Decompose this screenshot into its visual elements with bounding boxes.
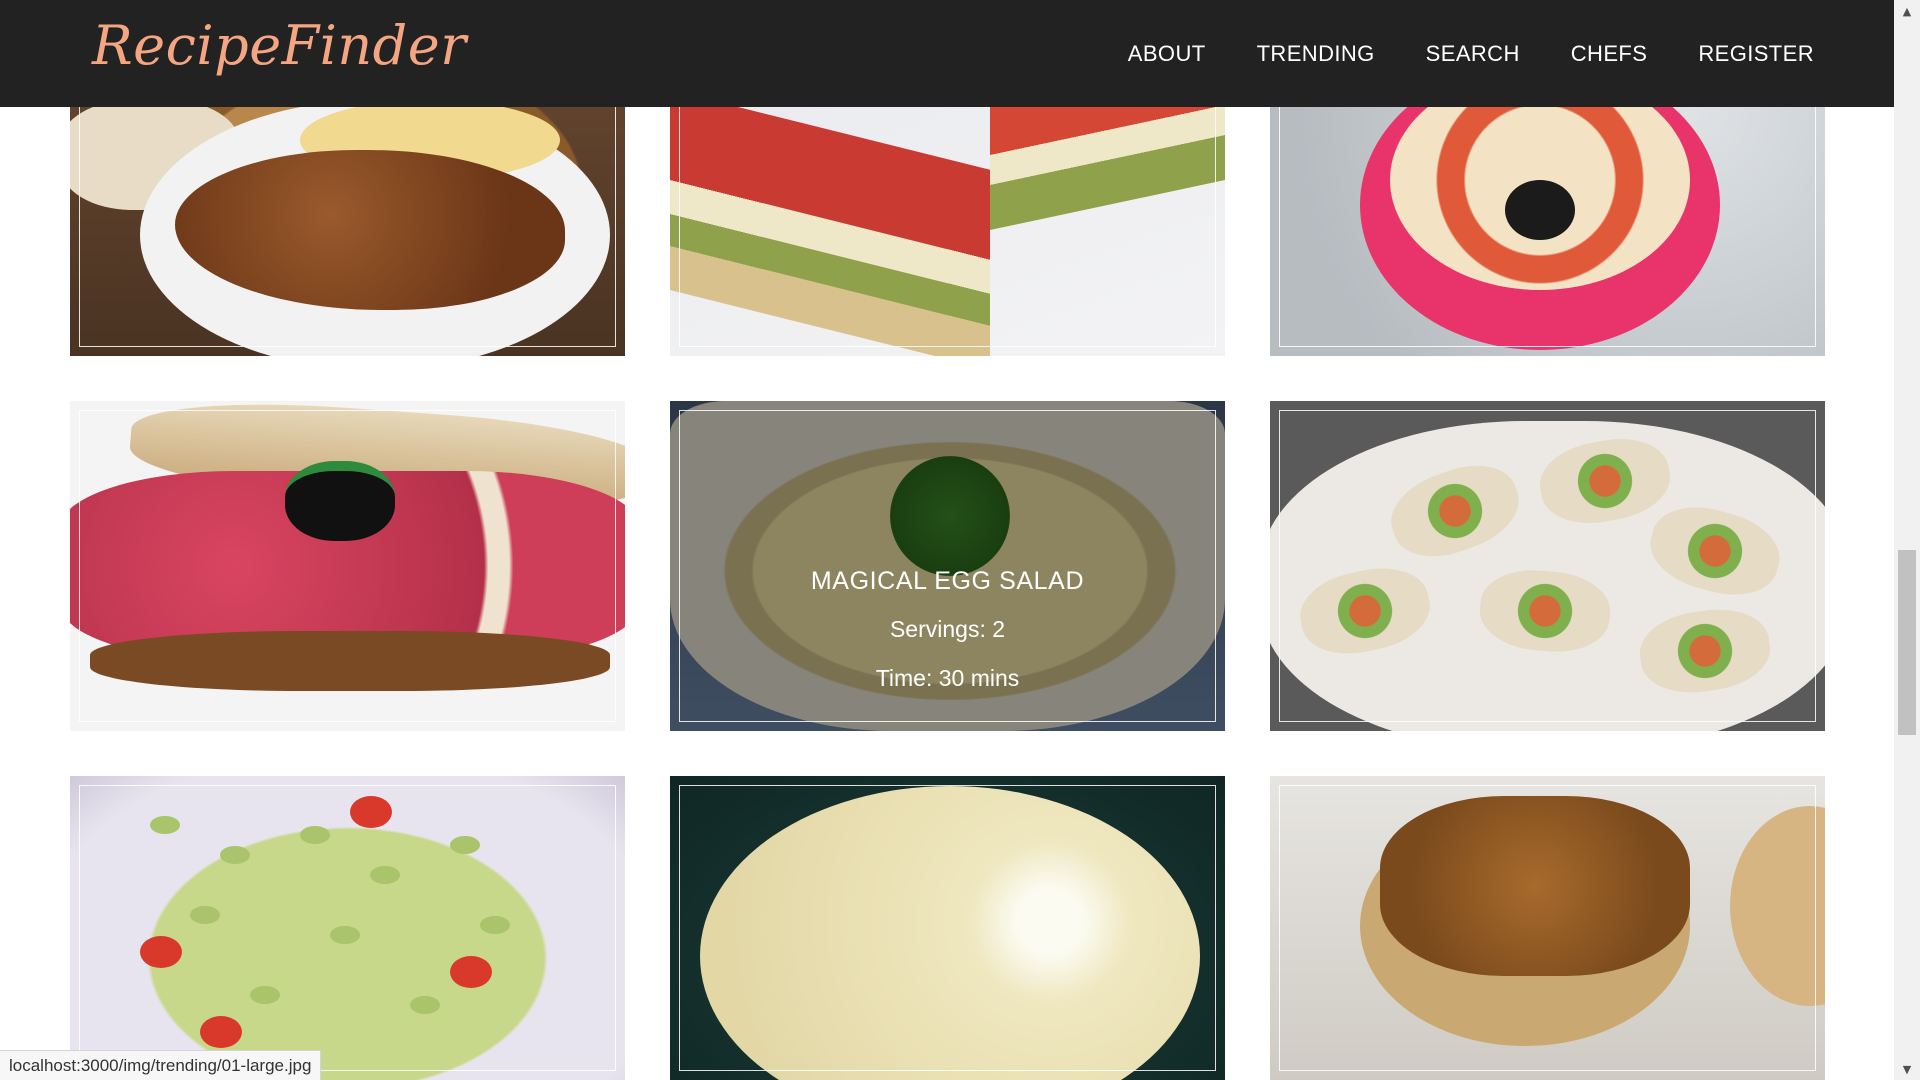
- recipe-image: [150, 816, 180, 834]
- recipe-card[interactable]: [70, 401, 625, 731]
- scroll-down-icon[interactable]: ▼: [1894, 1058, 1920, 1080]
- nav-link-trending[interactable]: TRENDING: [1257, 41, 1375, 67]
- brand-logo[interactable]: RecipeFinder: [92, 14, 467, 77]
- recipe-title: MAGICAL EGG SALAD: [810, 566, 1085, 595]
- recipe-servings: Servings: 2: [889, 615, 1006, 642]
- recipe-caption: MAGICAL EGG SALAD Servings: 2 Time: 30 m…: [670, 401, 1225, 731]
- link-status-bar: localhost:3000/img/trending/01-large.jpg: [0, 1050, 322, 1080]
- recipe-grid: MAGICAL EGG SALAD Servings: 2 Time: 30 m…: [0, 0, 1894, 1080]
- navbar: RecipeFinder ABOUT TRENDING SEARCH CHEFS…: [0, 0, 1894, 107]
- nav-link-chefs[interactable]: CHEFS: [1571, 41, 1648, 67]
- recipe-image: [700, 786, 1200, 1080]
- recipe-card-featured[interactable]: MAGICAL EGG SALAD Servings: 2 Time: 30 m…: [670, 401, 1225, 731]
- recipe-card[interactable]: [670, 776, 1225, 1080]
- scrollbar-thumb[interactable]: [1898, 550, 1916, 735]
- nav-links: ABOUT TRENDING SEARCH CHEFS REGISTER: [1077, 0, 1814, 107]
- nav-link-search[interactable]: SEARCH: [1426, 41, 1520, 67]
- recipe-card[interactable]: [1270, 776, 1825, 1080]
- nav-link-register[interactable]: REGISTER: [1698, 41, 1814, 67]
- page-scrollbar[interactable]: ▲ ▼: [1894, 0, 1920, 1080]
- recipe-card[interactable]: [1270, 401, 1825, 731]
- recipe-card[interactable]: [70, 776, 625, 1080]
- recipe-image: [670, 90, 990, 356]
- nav-link-about[interactable]: ABOUT: [1128, 41, 1206, 67]
- recipe-time: Time: 30 mins: [875, 664, 1020, 691]
- scroll-up-icon[interactable]: ▲: [1894, 0, 1920, 22]
